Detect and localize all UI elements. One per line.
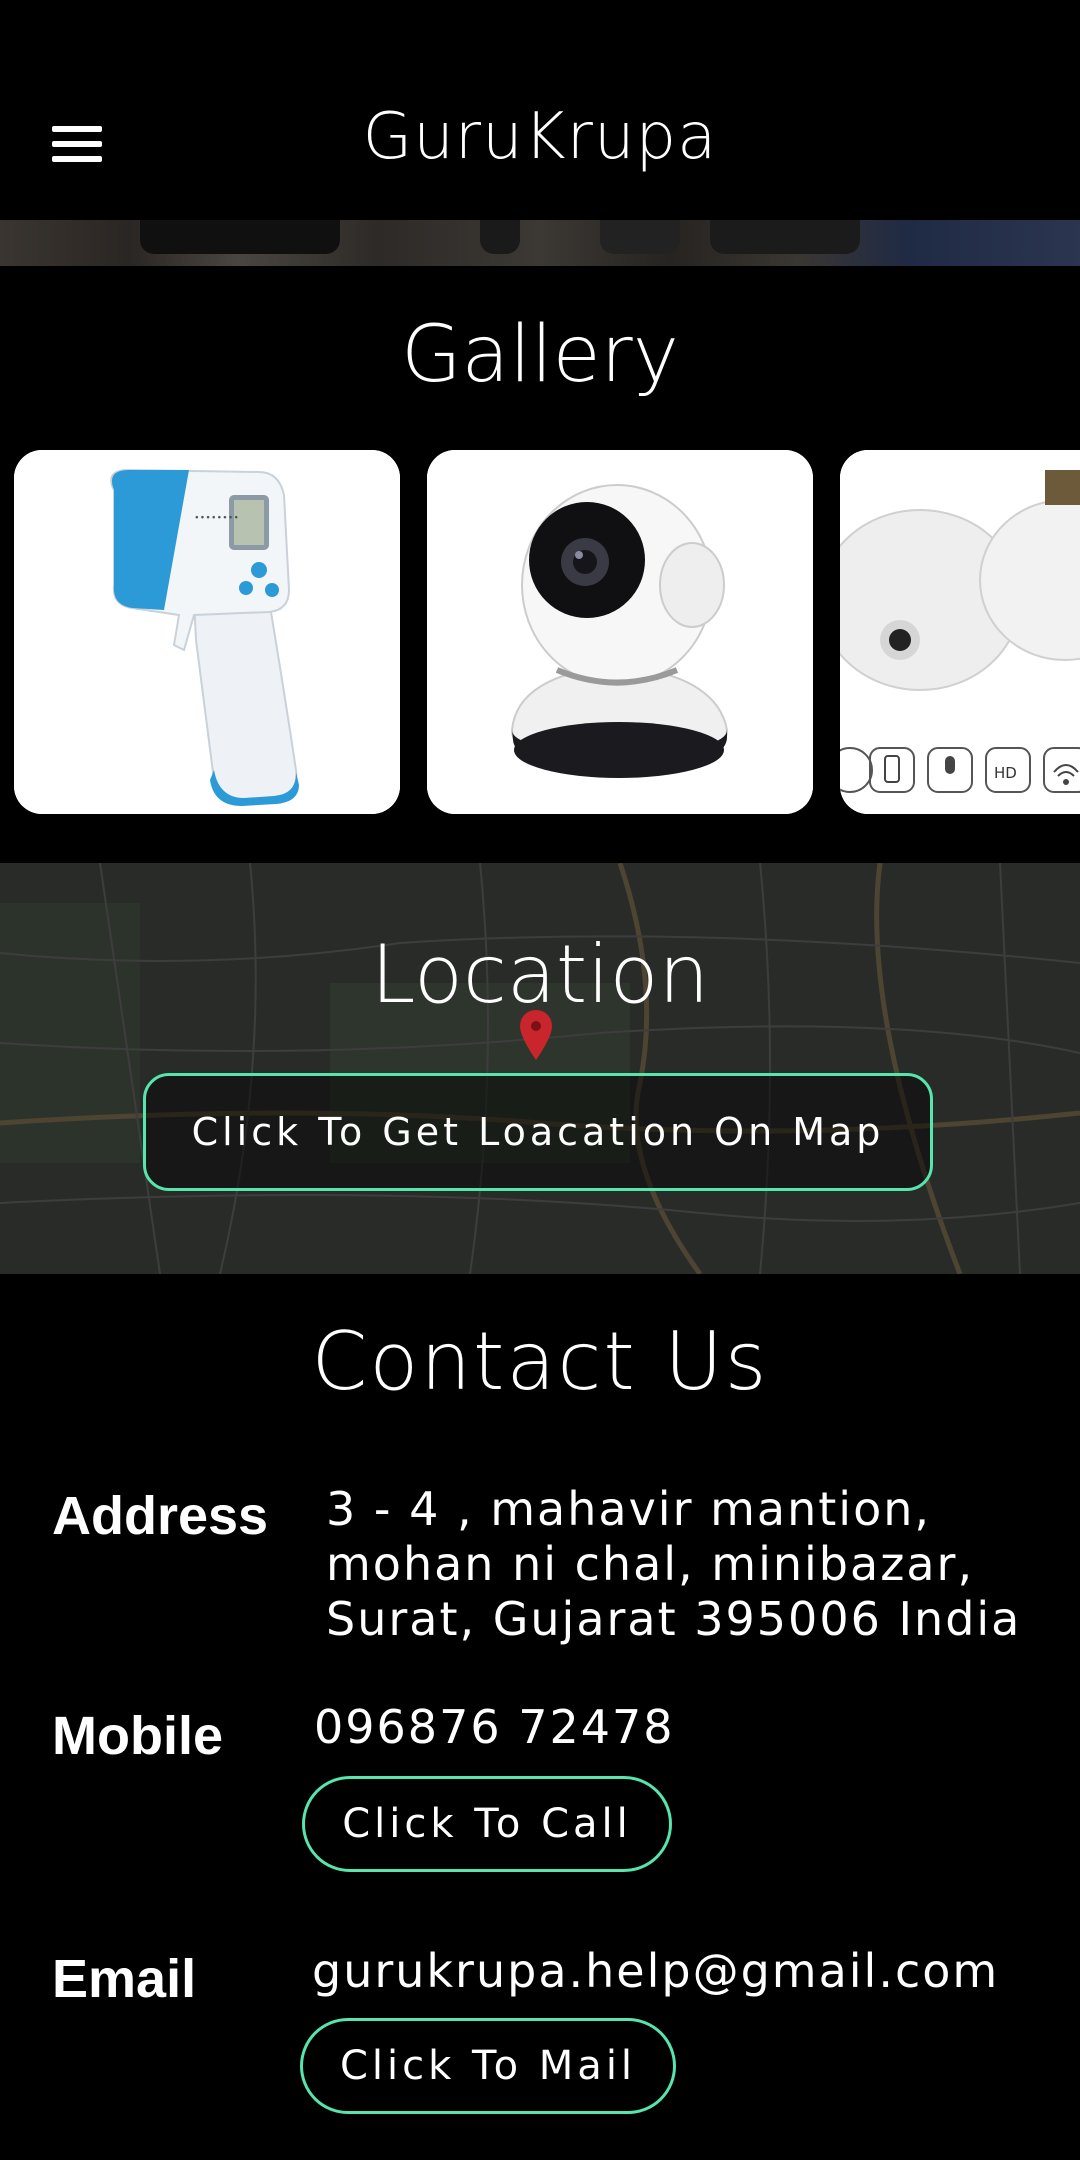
address-line: Surat, Gujarat 395006 India bbox=[326, 1592, 1022, 1646]
svg-text:∙∙∙∙∙∙∙∙: ∙∙∙∙∙∙∙∙ bbox=[194, 513, 239, 523]
gallery-carousel[interactable]: ∙∙∙∙∙∙∙∙ HD bbox=[14, 450, 1080, 814]
call-button[interactable]: Click To Call bbox=[302, 1776, 672, 1872]
address-line: mohan ni chal, minibazar, bbox=[326, 1537, 975, 1591]
mobile-number: 096876 72478 bbox=[314, 1700, 675, 1754]
address-value: 3 - 4 , mahavir mantion, mohan ni chal, … bbox=[326, 1482, 1021, 1647]
location-title: Location bbox=[370, 928, 710, 1021]
email-address: gurukrupa.help@gmail.com bbox=[312, 1944, 1000, 1998]
mobile-label: Mobile bbox=[52, 1706, 223, 1766]
thermometer-image: ∙∙∙∙∙∙∙∙ bbox=[14, 450, 400, 814]
location-section: Location Click To Get Loacation On Map bbox=[0, 863, 1080, 1274]
gallery-item-ip-camera[interactable] bbox=[427, 450, 813, 814]
hero-banner-image bbox=[0, 220, 1080, 266]
map-background bbox=[0, 863, 1080, 1274]
contact-title: Contact Us bbox=[311, 1315, 769, 1408]
hd-badge: HD bbox=[994, 764, 1017, 782]
address-label: Address bbox=[52, 1486, 269, 1546]
get-location-button[interactable]: Click To Get Loacation On Map bbox=[143, 1073, 933, 1191]
gallery-item-bulb-camera[interactable]: HD bbox=[840, 450, 1080, 814]
address-line: 3 - 4 , mahavir mantion, bbox=[326, 1482, 932, 1536]
bulb-camera-image: HD bbox=[840, 450, 1080, 814]
app-header: GuruKrupa bbox=[0, 0, 1080, 220]
mail-button[interactable]: Click To Mail bbox=[300, 2018, 676, 2114]
email-label: Email bbox=[52, 1949, 197, 2009]
gallery-item-thermometer[interactable]: ∙∙∙∙∙∙∙∙ bbox=[14, 450, 400, 814]
ip-camera-image bbox=[427, 450, 813, 814]
gallery-title: Gallery bbox=[401, 310, 679, 400]
app-title: GuruKrupa bbox=[362, 100, 718, 174]
map-pin-icon bbox=[520, 1010, 552, 1060]
